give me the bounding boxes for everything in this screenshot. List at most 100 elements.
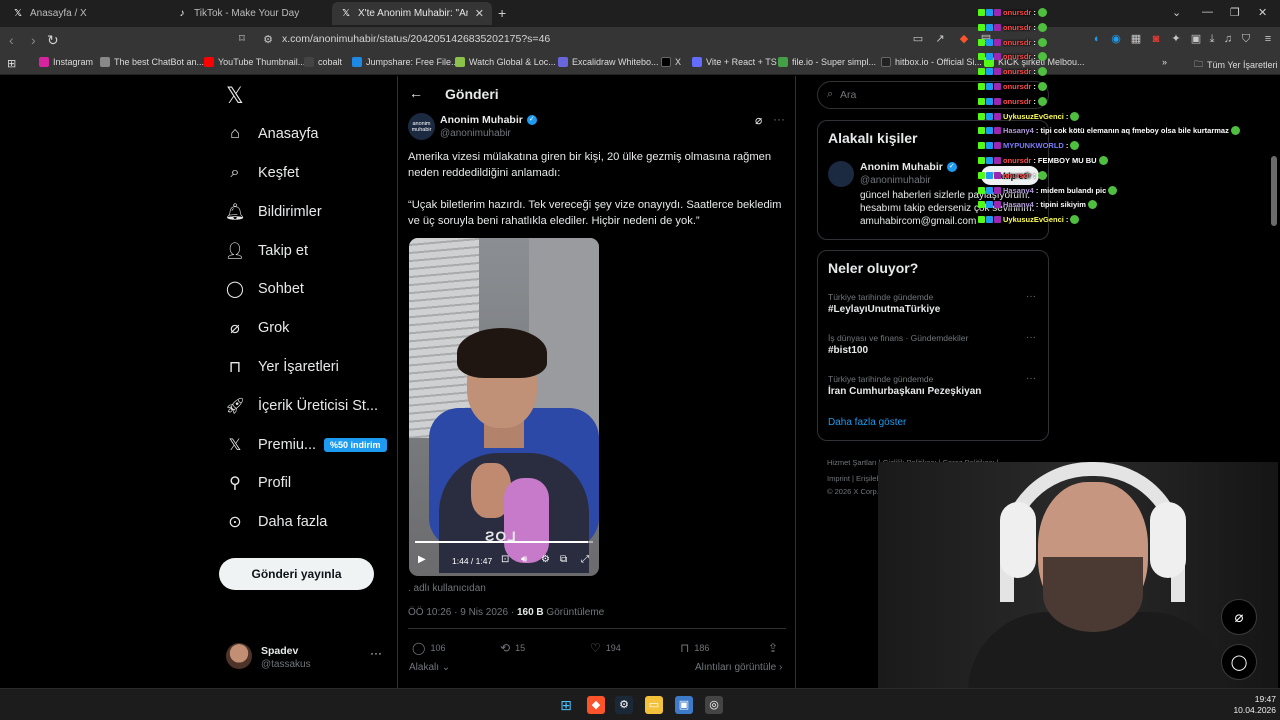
brave-browser-icon[interactable]: ◆ [587, 696, 605, 714]
bookmark-chatbot[interactable]: The best ChatBot an... [100, 57, 204, 67]
menu-icon[interactable]: ≡ [1262, 33, 1274, 45]
pip-icon[interactable]: ⧉ [560, 554, 567, 565]
bookmark-cobalt[interactable]: cobalt [304, 57, 342, 67]
site-info-icon[interactable]: ⚙ [262, 34, 274, 46]
new-tab-button[interactable]: + [498, 5, 506, 21]
bookmark-youtube[interactable]: YouTube Thumbnail... [204, 57, 305, 67]
sidebar-item-more[interactable]: ⊙ Daha fazla [226, 513, 327, 531]
settings-icon[interactable]: ⚙ [541, 554, 550, 565]
sidebar-icon[interactable]: ▣ [1190, 33, 1202, 45]
x-logo-icon[interactable]: 𝕏 [226, 83, 244, 109]
sidebar-item-chat[interactable]: ◯ Sohbet [226, 280, 304, 298]
reply-button[interactable]: ◯ 106 [412, 641, 445, 655]
back-arrow-icon[interactable]: ← [409, 85, 423, 101]
cast-icon[interactable]: ▭ [912, 33, 924, 45]
obs-icon[interactable]: ◎ [705, 696, 723, 714]
bookmark-hitbox[interactable]: hitbox.io - Official Si... [881, 57, 982, 67]
related-sort-dropdown[interactable]: Alakalı ⌄ [409, 662, 450, 673]
more-dots-icon[interactable]: ··· [773, 112, 785, 126]
bookmark-button[interactable]: ⊓ 186 [680, 641, 709, 655]
chevron-down-icon[interactable]: ⌄ [1172, 6, 1181, 19]
more-dots-icon[interactable]: ··· [370, 646, 382, 660]
chat-float-button[interactable]: ◯ [1221, 644, 1257, 680]
repost-button[interactable]: ⟲ 15 [500, 641, 525, 655]
extension-icon[interactable]: ▦ [1130, 33, 1142, 45]
puzzle-icon[interactable]: ✦ [1170, 33, 1182, 45]
author-handle[interactable]: @anonimuhabir [440, 128, 511, 139]
captions-icon[interactable]: ⊡ [501, 554, 509, 565]
sidebar-item-explore[interactable]: ⌕ Keşfet [226, 164, 300, 182]
chat-message: onursdr: [978, 22, 1047, 32]
vpn-icon[interactable]: ⛉ [1240, 33, 1252, 45]
share-button[interactable]: ⇪ [768, 641, 778, 655]
all-bookmarks-folder[interactable]: 🗀 Tüm Yer İşaretleri [1194, 57, 1278, 73]
bookmark-instagram[interactable]: Instagram [39, 57, 93, 67]
tab-tiktok[interactable]: ♪ TikTok - Make Your Day [168, 2, 330, 25]
scrollbar[interactable] [1271, 156, 1277, 226]
bookmark-x[interactable]: X [661, 57, 681, 67]
sidebar-item-notifications[interactable]: 🔔︎ Bildirimler [225, 203, 322, 221]
more-dots-icon[interactable]: ··· [1026, 291, 1036, 302]
sidebar-item-home[interactable]: ⌂ Anasayfa [226, 125, 318, 143]
more-dots-icon[interactable]: ··· [1026, 373, 1036, 384]
sidebar-item-bookmarks[interactable]: ⊓ Yer İşaretleri [226, 358, 339, 376]
chevron-right-icon[interactable]: » [1162, 57, 1167, 67]
download-icon[interactable]: ⤓ [1206, 33, 1218, 45]
fullscreen-icon[interactable]: ⤢ [581, 554, 589, 565]
bookmark-fileio[interactable]: file.io - Super simpl... [778, 57, 876, 67]
sidebar-item-premium[interactable]: 𝕏 Premiu... %50 indirim [226, 436, 387, 454]
bookmark-excalidraw[interactable]: Excalidraw Whitebo... [558, 57, 659, 67]
play-icon[interactable]: ▶ [418, 554, 426, 565]
windows-start-icon[interactable]: ⊞ [557, 696, 575, 714]
forward-nav-icon[interactable]: › [31, 32, 36, 48]
maximize-button[interactable]: ❐ [1230, 6, 1240, 19]
close-icon[interactable]: ✕ [475, 7, 484, 20]
sidebar-item-follow[interactable]: 👤︎ Takip et [225, 242, 308, 260]
view-quotes-link[interactable]: Alıntıları görüntüle › [695, 662, 782, 673]
brave-shield-icon[interactable]: ◆ [958, 33, 970, 45]
bookmark-watch[interactable]: Watch Global & Loc... [455, 57, 556, 67]
back-nav-icon[interactable]: ‹ [9, 32, 14, 48]
music-icon[interactable]: ♫ [1222, 33, 1234, 45]
address-bar[interactable]: ⚙ x.com/anonimuhabir/status/204205142683… [256, 30, 976, 50]
photos-icon[interactable]: ▣ [675, 696, 693, 714]
bookmark-vite[interactable]: Vite + React + TS [692, 57, 777, 67]
account-switcher[interactable]: Spadev @tassakus ··· [226, 641, 386, 671]
emote-icon [1037, 8, 1047, 17]
video-progress-bar[interactable] [415, 541, 593, 543]
grok-icon[interactable]: ⌀ [755, 113, 762, 127]
file-explorer-icon[interactable]: ▭ [645, 696, 663, 714]
author-avatar[interactable] [828, 161, 854, 187]
more-dots-icon[interactable]: ··· [1026, 332, 1036, 343]
bookmark-jumpshare[interactable]: Jumpshare: Free File... [352, 57, 459, 67]
video-player[interactable]: LOS ▶ 1:44 / 1:47 ⊡ 🔊︎ ⚙ ⧉ ⤢ [409, 238, 599, 576]
extension-icon[interactable]: ◉ [1110, 33, 1122, 45]
volume-icon[interactable]: 🔊︎ [521, 554, 527, 565]
minimize-button[interactable]: — [1202, 6, 1213, 18]
share-icon[interactable]: ↗ [934, 33, 946, 45]
trend-item[interactable]: #LeylayıUnutmaTürkiye [828, 304, 940, 315]
system-clock[interactable]: 19:47 10.04.2026 [1228, 694, 1276, 716]
tab-active-post[interactable]: 𝕏 X'te Anonim Muhabir: "Ameri ✕ [332, 2, 492, 25]
like-button[interactable]: ♡ 194 [590, 641, 621, 655]
grok-float-button[interactable]: ⌀ [1221, 599, 1257, 635]
show-more-link[interactable]: Daha fazla göster [828, 417, 906, 428]
sidebar-item-grok[interactable]: ⌀ Grok [226, 319, 289, 337]
author-avatar[interactable]: anonim muhabir [408, 113, 435, 140]
trend-item[interactable]: İran Cumhurbaşkanı Pezeşkiyan [828, 386, 981, 397]
sidebar-item-creator-studio[interactable]: 🚀︎ İçerik Üreticisi St... [225, 397, 378, 415]
bookmark-page-icon[interactable]: ⌑ [236, 33, 248, 45]
reload-icon[interactable]: ↻ [47, 32, 59, 49]
apps-icon[interactable]: ⊞ [7, 57, 16, 70]
person-name[interactable]: Anonim Muhabir ✓ [860, 161, 957, 173]
sidebar-item-profile[interactable]: ⚲ Profil [226, 474, 291, 492]
trend-item[interactable]: #bist100 [828, 345, 868, 356]
extension-icon[interactable]: ◖ [1090, 33, 1102, 45]
window-close-button[interactable]: ✕ [1258, 6, 1267, 19]
steam-icon[interactable]: ⚙ [615, 696, 633, 714]
post-button[interactable]: Gönderi yayınla [219, 558, 374, 590]
author-name[interactable]: Anonim Muhabir ✓ [440, 114, 537, 126]
extension-icon[interactable]: ◙ [1150, 33, 1162, 45]
search-input[interactable]: Ara [840, 89, 856, 101]
tab-home[interactable]: 𝕏 Anasayfa / X [4, 2, 166, 25]
